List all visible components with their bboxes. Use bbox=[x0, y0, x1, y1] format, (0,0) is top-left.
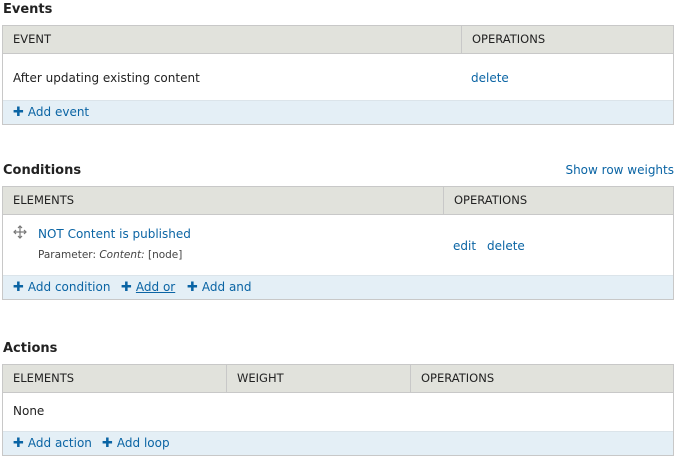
events-title: Events bbox=[3, 2, 53, 17]
add-action-label: Add action bbox=[27, 436, 92, 450]
conditions-table: ELEMENTS OPERATIONS NOT Content is publi… bbox=[2, 186, 674, 300]
drag-handle-icon[interactable] bbox=[13, 225, 27, 239]
column-header-operations: OPERATIONS bbox=[443, 187, 673, 214]
plus-icon: ✚ bbox=[187, 280, 198, 295]
add-action-button[interactable]: ✚ Add action bbox=[13, 432, 92, 455]
table-row: After updating existing content delete bbox=[3, 54, 673, 100]
actions-footer: ✚ Add action ✚ Add loop bbox=[3, 431, 673, 455]
actions-empty-label: None bbox=[13, 404, 45, 418]
actions-title: Actions bbox=[3, 341, 58, 356]
events-table: EVENT OPERATIONS After updating existing… bbox=[2, 25, 674, 125]
plus-icon: ✚ bbox=[102, 436, 113, 451]
conditions-table-header: ELEMENTS OPERATIONS bbox=[3, 187, 673, 215]
plus-icon: ✚ bbox=[121, 280, 132, 295]
delete-event-link[interactable]: delete bbox=[471, 71, 509, 85]
table-row: None bbox=[3, 393, 673, 431]
add-and-label: Add and bbox=[201, 280, 252, 294]
column-header-weight: WEIGHT bbox=[226, 365, 410, 392]
add-condition-label: Add condition bbox=[27, 280, 111, 294]
plus-icon: ✚ bbox=[13, 280, 24, 295]
events-table-header: EVENT OPERATIONS bbox=[3, 26, 673, 54]
condition-label-link[interactable]: NOT Content is published bbox=[38, 227, 191, 241]
plus-icon: ✚ bbox=[13, 105, 24, 120]
add-and-button[interactable]: ✚ Add and bbox=[187, 276, 252, 299]
condition-parameter: Parameter: Content: [node] bbox=[38, 249, 182, 261]
add-event-label: Add event bbox=[27, 105, 90, 119]
add-or-button[interactable]: ✚ Add or bbox=[121, 276, 175, 299]
event-label: After updating existing content bbox=[13, 71, 200, 85]
column-header-elements: ELEMENTS bbox=[13, 371, 75, 385]
table-row: NOT Content is published Parameter: Cont… bbox=[3, 215, 673, 275]
add-loop-label: Add loop bbox=[116, 436, 170, 450]
add-or-label: Add or bbox=[135, 280, 176, 294]
parameter-value: [node] bbox=[147, 249, 183, 261]
parameter-name: Content: bbox=[99, 249, 145, 261]
conditions-footer: ✚ Add condition ✚ Add or ✚ Add and bbox=[3, 275, 673, 299]
column-header-event: EVENT bbox=[13, 32, 52, 46]
add-loop-button[interactable]: ✚ Add loop bbox=[102, 432, 170, 455]
actions-table-header: ELEMENTS WEIGHT OPERATIONS bbox=[3, 365, 673, 393]
column-header-elements: ELEMENTS bbox=[13, 193, 75, 207]
events-footer: ✚ Add event bbox=[3, 100, 673, 124]
conditions-title: Conditions bbox=[3, 163, 82, 178]
show-row-weights-link[interactable]: Show row weights bbox=[565, 163, 674, 177]
delete-condition-link[interactable]: delete bbox=[487, 239, 525, 253]
parameter-prefix: Parameter: bbox=[38, 249, 96, 261]
column-header-operations: OPERATIONS bbox=[461, 26, 673, 53]
column-header-operations: OPERATIONS bbox=[410, 365, 673, 392]
plus-icon: ✚ bbox=[13, 436, 24, 451]
add-condition-button[interactable]: ✚ Add condition bbox=[13, 276, 110, 299]
actions-table: ELEMENTS WEIGHT OPERATIONS None ✚ Add act… bbox=[2, 364, 674, 456]
add-event-button[interactable]: ✚ Add event bbox=[13, 101, 89, 124]
edit-condition-link[interactable]: edit bbox=[453, 239, 476, 253]
